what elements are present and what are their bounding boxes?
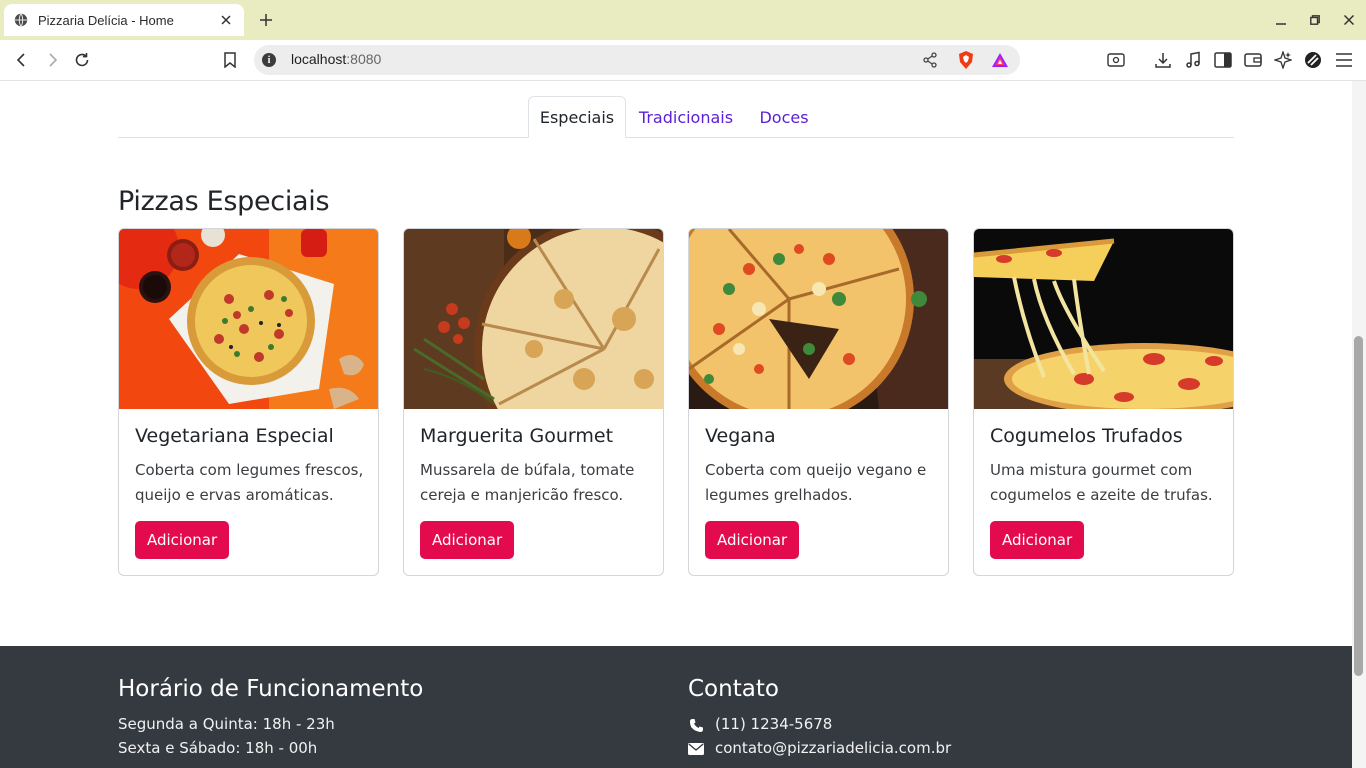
add-button[interactable]: Adicionar	[420, 521, 515, 559]
bookmark-icon[interactable]	[217, 47, 243, 73]
share-icon[interactable]	[920, 50, 940, 70]
tab-tradicionais[interactable]: Tradicionais	[632, 96, 740, 138]
tab-title: Pizzaria Delícia - Home	[38, 12, 174, 28]
contact-email[interactable]: contato@pizzariadelicia.com.br	[715, 739, 951, 757]
maximize-icon[interactable]	[1298, 0, 1332, 40]
tab-especiais[interactable]: Especiais	[528, 96, 626, 138]
address-bar[interactable]: i localhost:8080	[254, 45, 1020, 75]
pizza-image	[119, 229, 378, 409]
wallet-icon[interactable]	[1240, 47, 1266, 73]
hours-line: Segunda a Quinta: 18h - 23h	[118, 715, 335, 733]
sidebar-icon[interactable]	[1210, 47, 1236, 73]
contact-title: Contato	[688, 676, 779, 702]
add-button[interactable]: Adicionar	[990, 521, 1085, 559]
envelope-icon	[688, 741, 704, 757]
reload-icon[interactable]	[69, 47, 95, 73]
pizza-image	[404, 229, 663, 409]
leo-ai-icon[interactable]	[1270, 47, 1296, 73]
window-controls	[1264, 0, 1366, 40]
music-icon[interactable]	[1180, 47, 1206, 73]
scrollbar-thumb[interactable]	[1354, 336, 1363, 676]
tab-doces[interactable]: Doces	[752, 96, 816, 138]
footer: Horário de Funcionamento Segunda a Quint…	[0, 646, 1352, 768]
card-description: Coberta com queijo vegano e legumes grel…	[705, 461, 927, 504]
menu-icon[interactable]	[1331, 47, 1357, 73]
minimize-icon[interactable]	[1264, 0, 1298, 40]
pizza-card: Vegetariana Especial Coberta com legumes…	[118, 228, 379, 576]
brave-rewards-icon[interactable]	[990, 50, 1010, 70]
card-description: Uma mistura gourmet com cogumelos e azei…	[990, 461, 1213, 504]
add-button[interactable]: Adicionar	[135, 521, 230, 559]
window-close-icon[interactable]	[1332, 0, 1366, 40]
hours-title: Horário de Funcionamento	[118, 676, 424, 702]
card-title: Vegetariana Especial	[135, 425, 334, 447]
browser-titlebar: Pizzaria Delícia - Home	[0, 0, 1366, 40]
plus-icon[interactable]	[256, 10, 276, 30]
vpn-icon[interactable]	[1300, 47, 1326, 73]
brave-shield-icon[interactable]	[956, 50, 976, 70]
close-icon[interactable]	[218, 12, 234, 28]
pizza-card: Cogumelos Trufados Uma mistura gourmet c…	[973, 228, 1234, 576]
globe-icon	[14, 13, 28, 27]
back-icon[interactable]	[9, 47, 35, 73]
pizza-card: Vegana Coberta com queijo vegano e legum…	[688, 228, 949, 576]
pizza-image	[974, 229, 1233, 409]
phone-icon	[688, 717, 704, 733]
card-description: Coberta com legumes frescos, queijo e er…	[135, 461, 364, 504]
browser-tab[interactable]: Pizzaria Delícia - Home	[4, 4, 244, 36]
pizza-card: Marguerita Gourmet Mussarela de búfala, …	[403, 228, 664, 576]
section-title: Pizzas Especiais	[118, 186, 330, 217]
card-title: Cogumelos Trufados	[990, 425, 1183, 447]
forward-icon[interactable]	[39, 47, 65, 73]
contact-phone[interactable]: (11) 1234-5678	[715, 715, 832, 733]
card-title: Vegana	[705, 425, 776, 447]
url-text[interactable]: localhost:8080	[291, 51, 381, 67]
card-description: Mussarela de búfala, tomate cereja e man…	[420, 461, 635, 504]
hours-line: Sexta e Sábado: 18h - 00h	[118, 739, 318, 757]
category-tabs: Especiais Tradicionais Doces	[118, 96, 1234, 138]
add-button[interactable]: Adicionar	[705, 521, 800, 559]
info-icon[interactable]: i	[262, 53, 276, 67]
download-icon[interactable]	[1150, 47, 1176, 73]
card-title: Marguerita Gourmet	[420, 425, 614, 447]
pizza-image	[689, 229, 948, 409]
reader-icon[interactable]	[1103, 47, 1129, 73]
